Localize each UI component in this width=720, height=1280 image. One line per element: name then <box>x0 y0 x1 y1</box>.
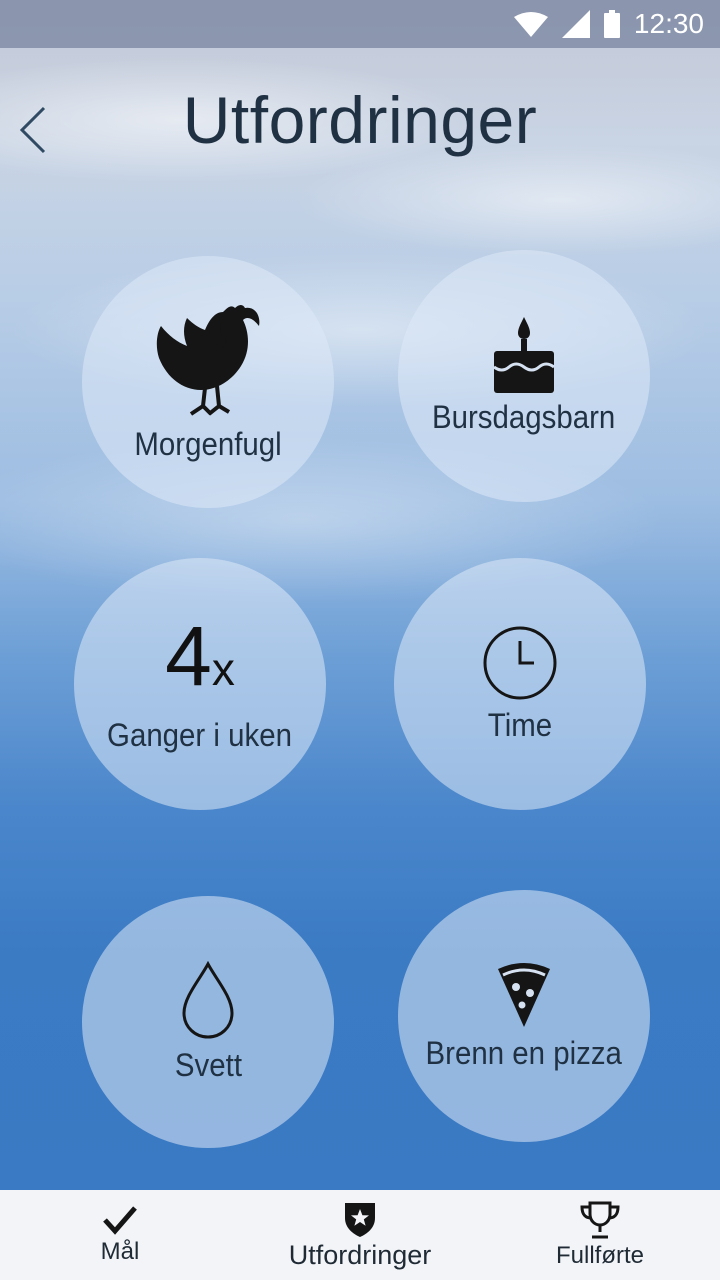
clock-icon <box>483 626 557 699</box>
wifi-icon <box>513 12 548 37</box>
nav-item-mal[interactable]: Mål <box>0 1190 240 1280</box>
times-per-week-number: 4x <box>165 609 235 703</box>
challenge-time[interactable]: Time <box>394 558 646 810</box>
challenge-ganger-i-uken[interactable]: 4x Ganger i uken <box>74 558 326 810</box>
challenge-morgenfugl[interactable]: Morgenfugl <box>82 256 334 508</box>
status-bar: 12:30 <box>0 0 720 48</box>
challenge-label: Bursdagsbarn <box>432 398 616 435</box>
nav-item-utfordringer[interactable]: Utfordringer <box>240 1190 480 1280</box>
challenge-svett[interactable]: Svett <box>82 896 334 1148</box>
challenge-label: Morgenfugl <box>134 425 282 462</box>
birthday-cake-icon <box>493 316 555 393</box>
trophy-icon <box>580 1201 620 1239</box>
nav-label: Fullførte <box>555 1242 644 1269</box>
nav-label: Utfordringer <box>288 1239 432 1270</box>
nav-item-fullforte[interactable]: Fullførte <box>480 1190 720 1280</box>
cell-signal-icon <box>561 10 590 38</box>
shield-star-icon <box>345 1202 375 1237</box>
challenge-label: Svett <box>174 1046 242 1083</box>
drop-icon <box>182 960 234 1039</box>
rooster-icon <box>156 304 260 416</box>
challenge-label: Time <box>487 706 553 743</box>
status-time: 12:30 <box>633 8 704 39</box>
challenge-brenn-en-pizza[interactable]: Brenn en pizza <box>398 890 650 1142</box>
nav-label: Mål <box>100 1238 140 1265</box>
checkmark-icon <box>103 1206 137 1235</box>
bottom-navigation: Mål Utfordringer Fullførte <box>0 1190 720 1280</box>
challenge-label: Brenn en pizza <box>425 1034 623 1071</box>
challenge-bursdagsbarn[interactable]: Bursdagsbarn <box>398 250 650 502</box>
page-title: Utfordringer <box>182 83 538 157</box>
challenge-label: Ganger i uken <box>107 717 293 753</box>
pizza-slice-icon <box>498 962 550 1027</box>
battery-icon <box>603 10 620 38</box>
